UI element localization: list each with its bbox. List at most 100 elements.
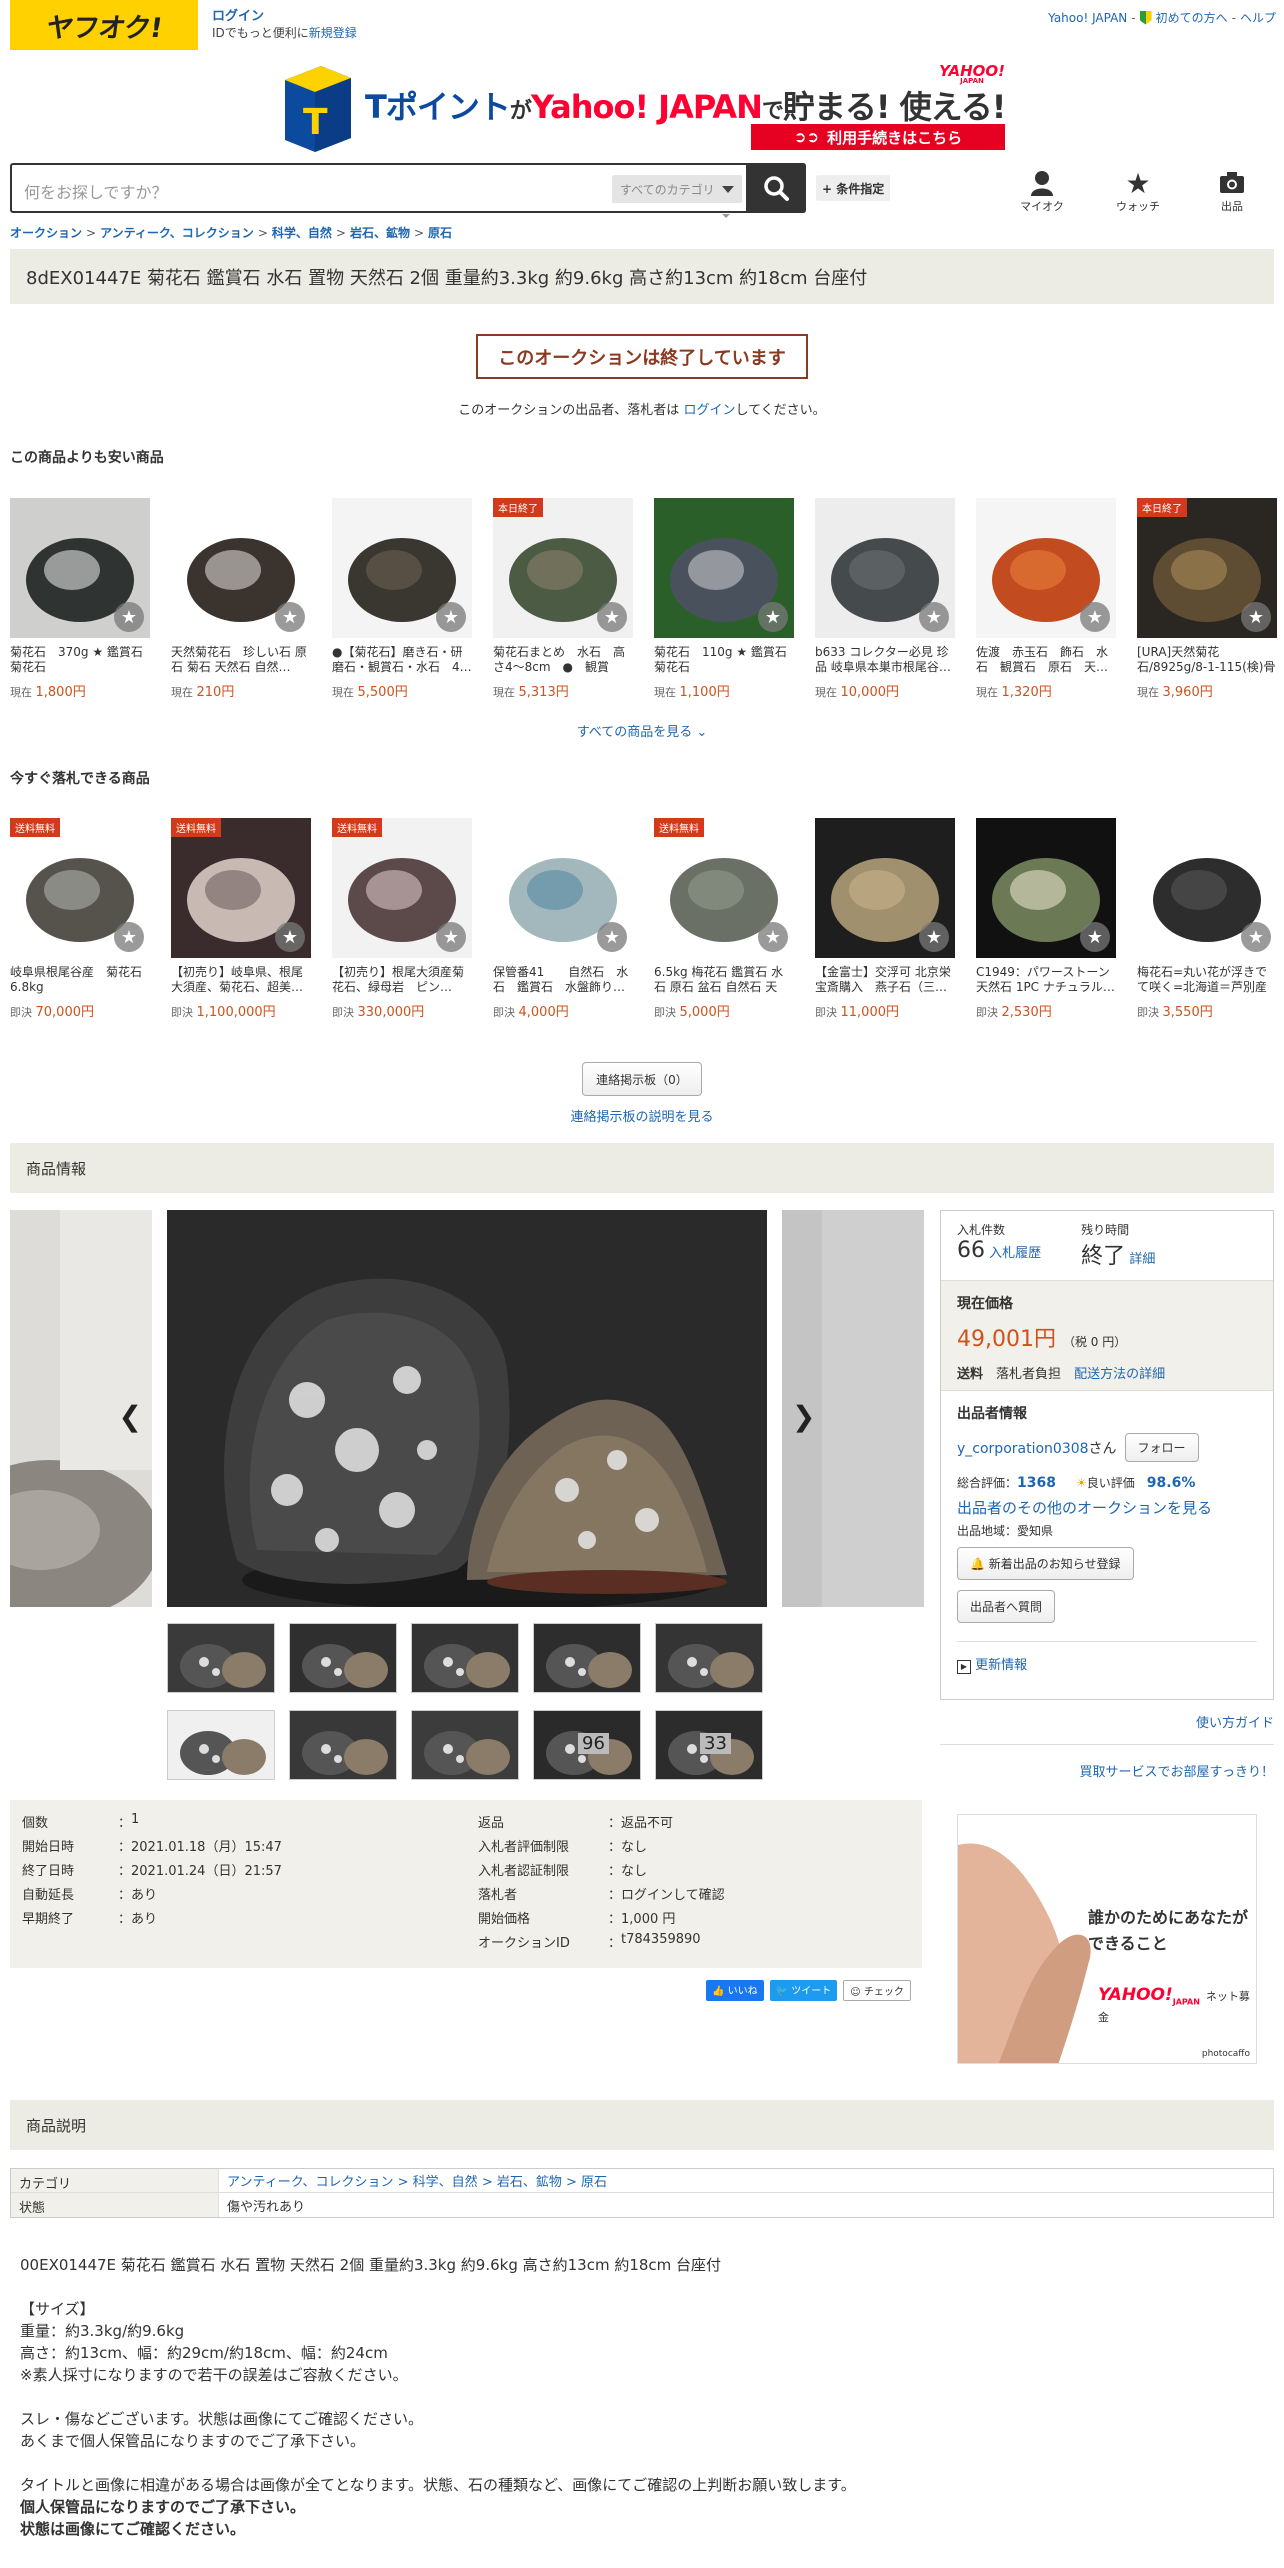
see-all-link[interactable]: すべての商品を見る ⌄	[0, 721, 1284, 740]
product-name[interactable]: C1949：パワーストーン 天然石 1PC ナチュラル…	[976, 965, 1116, 995]
mixi-check-button[interactable]: ☺ チェック	[843, 1980, 911, 2001]
category-select[interactable]: すべてのカテゴリ	[612, 175, 742, 203]
breadcrumb-auction[interactable]: オークション	[10, 226, 82, 240]
watch-star-icon[interactable]: ★	[436, 602, 466, 632]
watch-star-icon[interactable]: ★	[114, 602, 144, 632]
thumbnail[interactable]	[289, 1710, 397, 1780]
product-image[interactable]: ★	[976, 498, 1116, 638]
next-image-preview[interactable]: ❯	[782, 1210, 924, 1607]
new-listing-notify-button[interactable]: 🔔 新着出品のお知らせ登録	[957, 1547, 1134, 1580]
buynow-product-card[interactable]: 送料無料 ★ 6.5kg 梅花石 鑑賞石 水石 原石 盆石 自然石 天然… 即決 5,…	[654, 818, 794, 1020]
product-image[interactable]: ★	[332, 498, 472, 638]
product-image[interactable]: ★	[493, 818, 633, 958]
product-name[interactable]: 佐渡 赤玉石 飾石 水石 観賞石 原石 天…	[976, 645, 1116, 675]
facebook-like-button[interactable]: 👍 いいね	[706, 1980, 764, 2001]
search-button[interactable]	[746, 163, 806, 213]
main-image[interactable]	[167, 1210, 767, 1607]
detail-key[interactable]: 入札者評価制限	[478, 1836, 608, 1860]
tweet-button[interactable]: 🐦 ツイート	[769, 1980, 838, 2001]
watch-star-icon[interactable]: ★	[275, 602, 305, 632]
watch-star-icon[interactable]: ★	[275, 922, 305, 952]
category-value-link[interactable]: アンティーク、コレクション > 科学、自然 > 岩石、鉱物 > 原石	[227, 2175, 607, 2190]
watch-star-icon[interactable]: ★	[1241, 922, 1271, 952]
cheaper-product-card[interactable]: ★ ●【菊花石】磨き石・研磨石・観賞石・水石 4… 現在 5,500円	[332, 498, 472, 700]
watch-nav[interactable]: ★ ウォッチ	[1108, 167, 1168, 214]
thumbnail[interactable]	[167, 1710, 275, 1780]
product-image[interactable]: ★	[171, 498, 311, 638]
cheaper-product-card[interactable]: 本日終了 ★ 菊花石まとめ 水石 高さ4～8cm ● 観賞石… 現在 5,313円	[493, 498, 633, 700]
thumbnail[interactable]	[167, 1623, 275, 1693]
login-link[interactable]: ログイン	[212, 9, 264, 24]
prev-arrow-icon[interactable]: ❮	[119, 1400, 142, 1433]
kaitori-link[interactable]: 買取サービスでお部屋すっきり！	[1080, 1761, 1274, 1780]
breadcrumb-rough-stone[interactable]: 原石	[428, 226, 452, 240]
bbs-help-link[interactable]: 連絡掲示板の説明を見る	[0, 1106, 1284, 1125]
product-image[interactable]: 送料無料 ★	[10, 818, 150, 958]
product-name[interactable]: 岐阜県根尾谷産 菊花石 6.8kg	[10, 965, 150, 995]
buynow-product-card[interactable]: ★ 保管番41 自然石 水石 鑑賞石 水盤飾り… 即決 4,000円	[493, 818, 633, 1020]
breadcrumb-minerals[interactable]: 岩石、鉱物	[350, 226, 410, 240]
banner-cta[interactable]: ➲➲ 利用手続きはこちら	[751, 124, 1005, 150]
thumbnail[interactable]	[655, 1623, 763, 1693]
search-expand-caret-icon[interactable]	[722, 214, 730, 218]
product-name[interactable]: 菊花石まとめ 水石 高さ4～8cm ● 観賞石…	[493, 645, 633, 675]
tpoint-banner[interactable]: T TポイントがYahoo! JAPANで貯まる! 使える! YAHOO! JAP…	[285, 64, 1006, 152]
usage-guide-link[interactable]: 使い方ガイド	[1196, 1712, 1274, 1731]
thumbnail[interactable]: 96	[533, 1710, 641, 1780]
product-name[interactable]: 保管番41 自然石 水石 鑑賞石 水盤飾り…	[493, 965, 633, 995]
update-info-link[interactable]: 更新情報	[975, 1658, 1027, 1673]
search-input[interactable]: 何をお探しですか？	[24, 179, 168, 203]
watch-star-icon[interactable]: ★	[919, 922, 949, 952]
bid-history-link[interactable]: 入札履歴	[989, 1246, 1041, 1261]
product-image[interactable]: ★	[654, 498, 794, 638]
buynow-product-card[interactable]: 送料無料 ★ 【初売り】岐阜県、根尾大須産、菊花石、超美… 即決 1,100,000円	[171, 818, 311, 1020]
beginner-link[interactable]: 初めての方へ	[1156, 9, 1228, 26]
breadcrumb-antique[interactable]: アンティーク、コレクション	[100, 226, 254, 240]
product-image[interactable]: 本日終了 ★	[1137, 498, 1277, 638]
buynow-product-card[interactable]: ★ C1949：パワーストーン 天然石 1PC ナチュラル… 即決 2,530円	[976, 818, 1116, 1020]
watch-star-icon[interactable]: ★	[436, 922, 466, 952]
watch-star-icon[interactable]: ★	[1080, 602, 1110, 632]
product-name[interactable]: 6.5kg 梅花石 鑑賞石 水石 原石 盆石 自然石 天然…	[654, 965, 794, 995]
product-name[interactable]: ●【菊花石】磨き石・研磨石・観賞石・水石 4…	[332, 645, 472, 675]
follow-button[interactable]: フォロー	[1124, 1433, 1199, 1462]
cheaper-product-card[interactable]: ★ 佐渡 赤玉石 飾石 水石 観賞石 原石 天… 現在 1,320円	[976, 498, 1116, 700]
watch-star-icon[interactable]: ★	[597, 922, 627, 952]
product-image[interactable]: ★	[1137, 818, 1277, 958]
watch-star-icon[interactable]: ★	[919, 602, 949, 632]
prev-image-preview[interactable]: ❮	[10, 1210, 152, 1607]
watch-star-icon[interactable]: ★	[758, 602, 788, 632]
product-name[interactable]: 菊花石 110g ★ 鑑賞石 菊花石	[654, 645, 794, 675]
product-name[interactable]: 梅花石=丸い花が浮きでて咲く=北海道＝芦別産	[1137, 965, 1277, 995]
product-image[interactable]: ★	[815, 498, 955, 638]
detail-key[interactable]: 早期終了	[22, 1908, 118, 1932]
thumbnail[interactable]: 33	[655, 1710, 763, 1780]
product-name[interactable]: b633 コレクター必見 珍品 岐阜県本巣市根尾谷…	[815, 645, 955, 675]
cheaper-product-card[interactable]: ★ 菊花石 370g ★ 鑑賞石 菊花石 現在 1,800円	[10, 498, 150, 700]
product-image[interactable]: 送料無料 ★	[332, 818, 472, 958]
watch-star-icon[interactable]: ★	[114, 922, 144, 952]
product-image[interactable]: ★	[976, 818, 1116, 958]
ended-login-link[interactable]: ログイン	[683, 403, 735, 418]
next-arrow-icon[interactable]: ❯	[792, 1400, 815, 1433]
thumbnail[interactable]	[411, 1710, 519, 1780]
watch-star-icon[interactable]: ★	[1241, 602, 1271, 632]
watch-star-icon[interactable]: ★	[758, 922, 788, 952]
search-box[interactable]: 何をお探しですか？ すべてのカテゴリ	[10, 163, 806, 213]
detail-key[interactable]: 入札者認証制限	[478, 1860, 608, 1884]
product-name[interactable]: 【初売り】岐阜県、根尾大須産、菊花石、超美…	[171, 965, 311, 995]
watch-star-icon[interactable]: ★	[597, 602, 627, 632]
bbs-button[interactable]: 連絡掲示板（0）	[582, 1062, 702, 1096]
watch-star-icon[interactable]: ★	[1080, 922, 1110, 952]
product-name[interactable]: 菊花石 370g ★ 鑑賞石 菊花石	[10, 645, 150, 675]
cheaper-product-card[interactable]: ★ 天然菊花石 珍しい石 原石 菊石 天然石 自然… 現在 210円	[171, 498, 311, 700]
yahoo-japan-link[interactable]: Yahoo! JAPAN	[1048, 11, 1127, 25]
seller-other-auctions-link[interactable]: 出品者のその他のオークションを見る	[957, 1499, 1212, 1517]
buynow-product-card[interactable]: 送料無料 ★ 【初売り】根尾大須産菊花石、緑母岩 ピン… 即決 330,000円	[332, 818, 472, 1020]
thumbnail[interactable]	[533, 1623, 641, 1693]
cheaper-product-card[interactable]: ★ 菊花石 110g ★ 鑑賞石 菊花石 現在 1,100円	[654, 498, 794, 700]
detail-key[interactable]: 自動延長	[22, 1884, 118, 1908]
product-name[interactable]: 天然菊花石 珍しい石 原石 菊石 天然石 自然…	[171, 645, 311, 675]
product-image[interactable]: 送料無料 ★	[171, 818, 311, 958]
buynow-product-card[interactable]: ★ 【金富士】交浮可 北京栄宝斎購入 燕子石（三… 即決 11,000円	[815, 818, 955, 1020]
